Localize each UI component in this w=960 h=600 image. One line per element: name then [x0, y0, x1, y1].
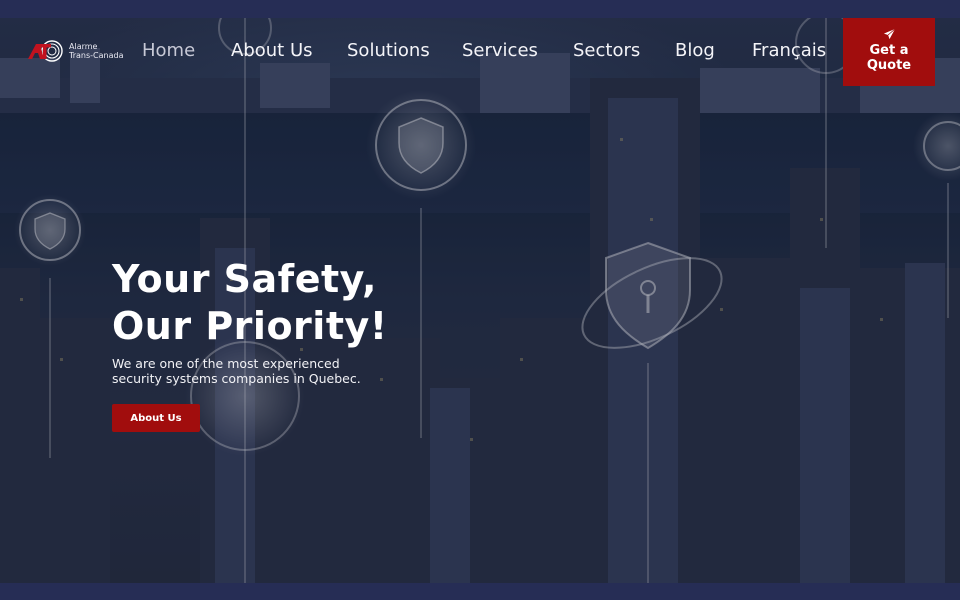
nav-item-blog[interactable]: Blog [675, 40, 715, 62]
quote-button-line1: Get a [869, 43, 909, 58]
hero-section: Alarme Trans-Canada Home About Us Soluti… [0, 18, 960, 583]
get-a-quote-button[interactable]: Get a Quote [843, 18, 935, 86]
hero-subtext: We are one of the most experienced secur… [112, 356, 361, 386]
nav-item-solutions[interactable]: Solutions [347, 40, 430, 62]
nav-item-home[interactable]: Home [142, 40, 195, 62]
nav-item-about-us[interactable]: About Us [231, 40, 313, 62]
about-us-button[interactable]: About Us [112, 404, 200, 432]
headline-line2: Our Priority! [112, 304, 388, 348]
quote-button-line2: Quote [866, 58, 912, 73]
brand-logo[interactable]: Alarme Trans-Canada [26, 38, 126, 64]
nav-item-sectors[interactable]: Sectors [573, 40, 640, 62]
hero-headline: Your Safety, Our Priority! [112, 256, 432, 350]
logo-line2: Trans-Canada [69, 51, 124, 60]
logo-line1: Alarme [69, 42, 98, 51]
headline-line1: Your Safety, [112, 257, 377, 301]
logo-text: Alarme Trans-Canada [69, 42, 123, 60]
paper-plane-icon [883, 28, 895, 40]
nav-item-francais[interactable]: Français [752, 40, 826, 62]
page-frame: Alarme Trans-Canada Home About Us Soluti… [0, 0, 960, 600]
logo-mark-icon [28, 40, 63, 62]
nav-item-services[interactable]: Services [462, 40, 538, 62]
